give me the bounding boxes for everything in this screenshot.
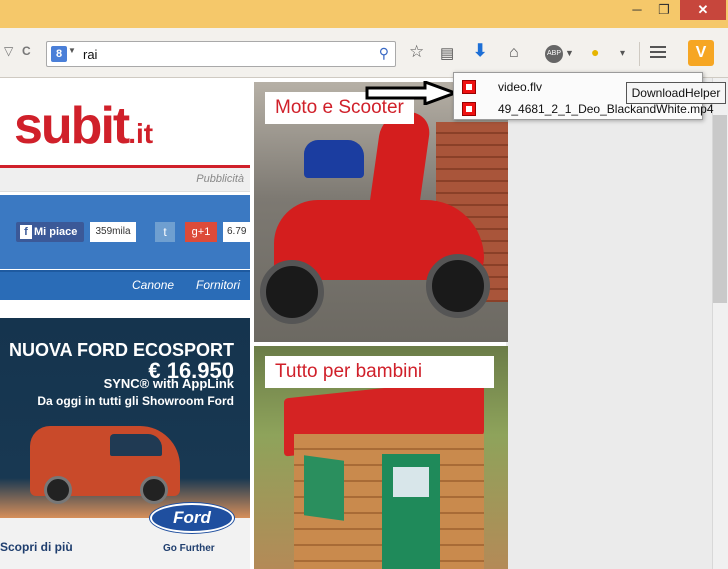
car-image: [30, 426, 180, 504]
toolbar-separator: [639, 42, 640, 66]
menu-dropdown-icon[interactable]: ▾: [620, 48, 625, 59]
ford-ad-sync: SYNC® with AppLink: [103, 376, 234, 391]
download-item-name: video.flv: [498, 80, 543, 94]
nav-item-fornitori[interactable]: Fornitori: [196, 278, 240, 292]
ford-ad-subline: Da oggi in tutti gli Showroom Ford: [37, 394, 234, 408]
facebook-like-label: Mi piace: [34, 226, 78, 238]
chevron-down-icon[interactable]: ▼: [68, 46, 76, 55]
home-icon[interactable]: ⌂: [509, 44, 519, 62]
chevron-down-icon[interactable]: ▼: [565, 48, 574, 58]
adblock-icon[interactable]: ABP: [545, 45, 563, 63]
logo-suffix: .it: [128, 118, 154, 149]
subito-column: subit.it Pubblicità f Mi piace 359mila t…: [0, 78, 250, 569]
reload-icon[interactable]: C: [22, 44, 31, 58]
scooter-wheel: [426, 254, 490, 318]
facebook-like-button[interactable]: f Mi piace: [16, 222, 84, 242]
extension-button[interactable]: V: [688, 40, 714, 66]
arrow-icon: [365, 81, 457, 105]
car-wheel: [140, 476, 168, 504]
car-window: [110, 434, 162, 456]
playhouse-window: [390, 464, 432, 500]
section-nav: Canone Fornitori: [0, 270, 250, 300]
video-file-icon: [462, 102, 476, 116]
minimize-button[interactable]: ─: [624, 0, 650, 20]
twitter-button[interactable]: t: [155, 222, 175, 242]
facebook-icon: f: [20, 225, 32, 239]
nav-controls: ▽ C: [0, 44, 40, 64]
search-engine-icon[interactable]: 8: [51, 46, 67, 62]
playhouse-shutter: [304, 455, 344, 521]
nav-item-canone[interactable]: Canone: [132, 278, 174, 292]
scooter-wheel: [260, 260, 324, 324]
dropdown-icon[interactable]: ▽: [4, 44, 13, 58]
ford-logo: Ford: [150, 503, 234, 533]
googleplus-button[interactable]: g+1: [185, 222, 217, 242]
downloadhelper-icon[interactable]: ●: [591, 44, 599, 60]
scrollbar-thumb[interactable]: [713, 115, 727, 303]
maximize-button[interactable]: ❐: [651, 0, 677, 20]
sponsored-label: Pubblicità: [196, 173, 244, 185]
menu-icon[interactable]: [650, 46, 666, 58]
blue-car-image: [304, 140, 364, 178]
sponsored-bar: Pubblicità: [0, 168, 250, 192]
page-sidebar-area: [506, 78, 712, 569]
star-icon[interactable]: ☆: [409, 42, 424, 62]
search-input[interactable]: rai: [83, 47, 97, 62]
category-card-moto[interactable]: Moto e Scooter: [254, 82, 508, 342]
tooltip: DownloadHelper: [626, 82, 726, 104]
category-card-bambini[interactable]: Tutto per bambini: [254, 346, 508, 569]
window-titlebar: ─ ❐ ✕: [0, 0, 728, 28]
download-icon[interactable]: ⬇: [473, 41, 487, 61]
social-band: f Mi piace 359mila t g+1 6.79: [0, 195, 250, 269]
subito-logo[interactable]: subit.it: [14, 96, 153, 156]
logo-text: subit: [14, 97, 130, 155]
close-button[interactable]: ✕: [680, 0, 726, 20]
googleplus-count: 6.79: [223, 222, 250, 242]
search-icon[interactable]: ⚲: [379, 45, 389, 62]
ford-ad-cta[interactable]: Scopri di più: [0, 540, 73, 554]
car-wheel: [44, 476, 72, 504]
card-label: Tutto per bambini: [265, 356, 494, 388]
ford-tagline: Go Further: [163, 543, 215, 554]
search-bar[interactable]: 8 ▼ rai ⚲: [46, 41, 396, 67]
facebook-count: 359mila: [90, 222, 136, 242]
browser-toolbar: ▽ C 8 ▼ rai ⚲ ☆ ▤ ⬇ ⌂ ABP ▼ ● ▾ V: [0, 28, 728, 78]
reading-list-icon[interactable]: ▤: [440, 44, 454, 62]
ford-ad[interactable]: NUOVA FORD ECOSPORT € 16.950 SYNC® with …: [0, 318, 250, 569]
video-file-icon: [462, 80, 476, 94]
download-item-name: 49_4681_2_1_Deo_BlackandWhite.mp4: [498, 102, 714, 116]
